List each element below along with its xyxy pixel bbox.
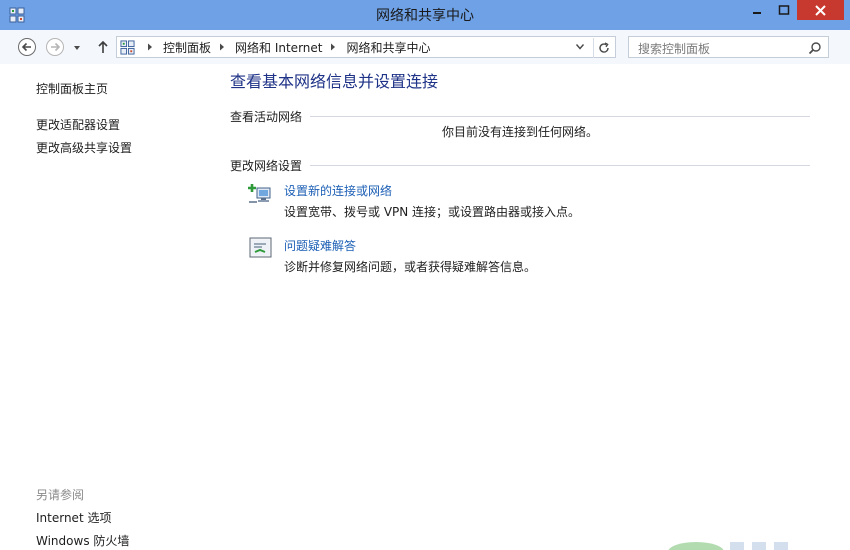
breadcrumb-network-internet[interactable]: 网络和 Internet [235,39,322,56]
breadcrumb-control-panel[interactable]: 控制面板 [163,39,211,56]
chevron-right-icon[interactable] [328,42,338,52]
sidebar-item-control-panel-home[interactable]: 控制面板主页 [36,80,108,97]
see-also-internet-options[interactable]: Internet 选项 [36,509,111,526]
up-arrow-icon[interactable] [93,37,113,57]
control-panel-icon [120,40,135,55]
watermark-graphic [668,542,788,550]
no-network-message: 你目前没有连接到任何网络。 [442,125,599,139]
sidebar-item-change-adapter-settings[interactable]: 更改适配器设置 [36,116,120,133]
back-arrow-icon[interactable] [17,37,37,57]
address-history-dropdown-icon[interactable] [575,43,585,51]
close-button[interactable] [797,0,844,20]
see-also-windows-firewall[interactable]: Windows 防火墙 [36,532,129,549]
see-also-heading: 另请参阅 [36,488,85,502]
search-input[interactable]: 搜索控制面板 [628,36,829,58]
troubleshoot-description: 诊断并修复网络问题，或者获得疑难解答信息。 [284,260,537,274]
setup-connection-link[interactable]: 设置新的连接或网络 [284,182,392,199]
chevron-right-icon[interactable] [145,42,155,52]
left-pane: 控制面板主页 更改适配器设置 更改高级共享设置 另请参阅 Internet 选项… [0,64,212,549]
network-setup-icon [248,184,271,203]
forward-arrow-icon[interactable] [45,37,65,57]
setup-connection-description: 设置宽带、拨号或 VPN 连接；或设置路由器或接入点。 [284,205,581,219]
refresh-button[interactable] [593,38,613,58]
close-icon [815,4,826,16]
maximize-button[interactable] [771,0,797,20]
refresh-icon [598,42,609,53]
navigation-bar: 控制面板 网络和 Internet 网络和共享中心 搜索控制面板 [0,30,850,64]
recent-pages-dropdown-icon[interactable] [72,44,82,52]
divider [310,116,810,117]
breadcrumb-network-sharing-center[interactable]: 网络和共享中心 [346,39,430,56]
minimize-button[interactable] [744,0,770,20]
window-title: 网络和共享中心 [376,8,474,24]
change-settings-label: 更改网络设置 [230,159,303,173]
minimize-icon [753,12,761,14]
address-bar[interactable]: 控制面板 网络和 Internet 网络和共享中心 [116,36,616,58]
sidebar-item-change-advanced-sharing[interactable]: 更改高级共享设置 [36,139,132,156]
search-icon[interactable] [808,41,822,55]
page-title: 查看基本网络信息并设置连接 [230,72,439,91]
active-networks-label: 查看活动网络 [230,110,303,124]
chevron-right-icon[interactable] [217,42,227,52]
troubleshoot-icon [249,237,272,258]
breadcrumb: 控制面板 网络和 Internet 网络和共享中心 [139,37,431,57]
divider [310,165,810,166]
maximize-icon [778,5,790,15]
search-placeholder: 搜索控制面板 [638,42,711,56]
troubleshoot-link[interactable]: 问题疑难解答 [284,237,356,254]
title-bar: 网络和共享中心 [0,0,850,30]
change-settings-heading: 更改网络设置 [230,157,810,174]
